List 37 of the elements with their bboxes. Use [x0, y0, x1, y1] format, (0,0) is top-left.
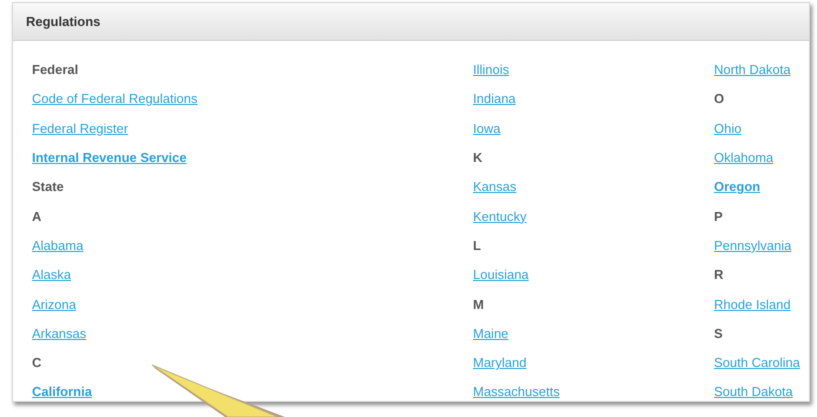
regulation-link[interactable]: Kansas: [473, 179, 516, 194]
regulation-link[interactable]: Code of Federal Regulations: [32, 91, 198, 106]
regulation-link[interactable]: North Dakota: [714, 62, 791, 78]
regulation-link[interactable]: South Carolina: [714, 355, 800, 370]
section-heading: M: [473, 296, 484, 312]
regulation-link[interactable]: Oklahoma: [714, 150, 774, 166]
regulation-link[interactable]: Iowa: [473, 120, 500, 136]
section-heading: Federal: [32, 62, 78, 78]
regulation-link[interactable]: Federal Register: [32, 120, 128, 136]
regulation-link[interactable]: Rhode Island: [714, 296, 791, 312]
section-heading: A: [32, 208, 42, 224]
section-heading: K: [473, 150, 482, 166]
regulation-link[interactable]: South Dakota: [714, 384, 793, 400]
section-heading: O: [714, 91, 724, 106]
regulation-link[interactable]: Arizona: [32, 296, 76, 312]
regulation-link[interactable]: Massachusetts: [473, 384, 560, 400]
section-heading: State: [32, 179, 64, 194]
regulation-link[interactable]: Ohio: [714, 120, 742, 136]
regulation-link[interactable]: Arkansas: [32, 326, 86, 341]
regulation-link[interactable]: Louisiana: [473, 267, 529, 282]
section-heading: R: [714, 267, 724, 282]
section-heading: P: [714, 208, 723, 224]
regulation-link[interactable]: Illinois: [473, 62, 510, 78]
regulation-link[interactable]: California: [32, 384, 92, 400]
regulation-link[interactable]: Indiana: [473, 91, 516, 106]
regulation-link[interactable]: Pennsylvania: [714, 238, 792, 253]
regulation-link[interactable]: Maryland: [473, 355, 526, 370]
section-heading: S: [714, 326, 723, 341]
regulation-link[interactable]: Kentucky: [473, 208, 526, 224]
section-heading: L: [473, 238, 481, 253]
regulation-link[interactable]: Alabama: [32, 238, 84, 253]
regulation-link[interactable]: Alaska: [32, 267, 72, 282]
section-heading: C: [32, 355, 42, 370]
regulation-link[interactable]: Internal Revenue Service: [32, 150, 187, 166]
regulation-link[interactable]: Oregon: [714, 179, 760, 194]
panel-title: Regulations: [26, 14, 100, 29]
regulation-link[interactable]: Maine: [473, 326, 508, 341]
